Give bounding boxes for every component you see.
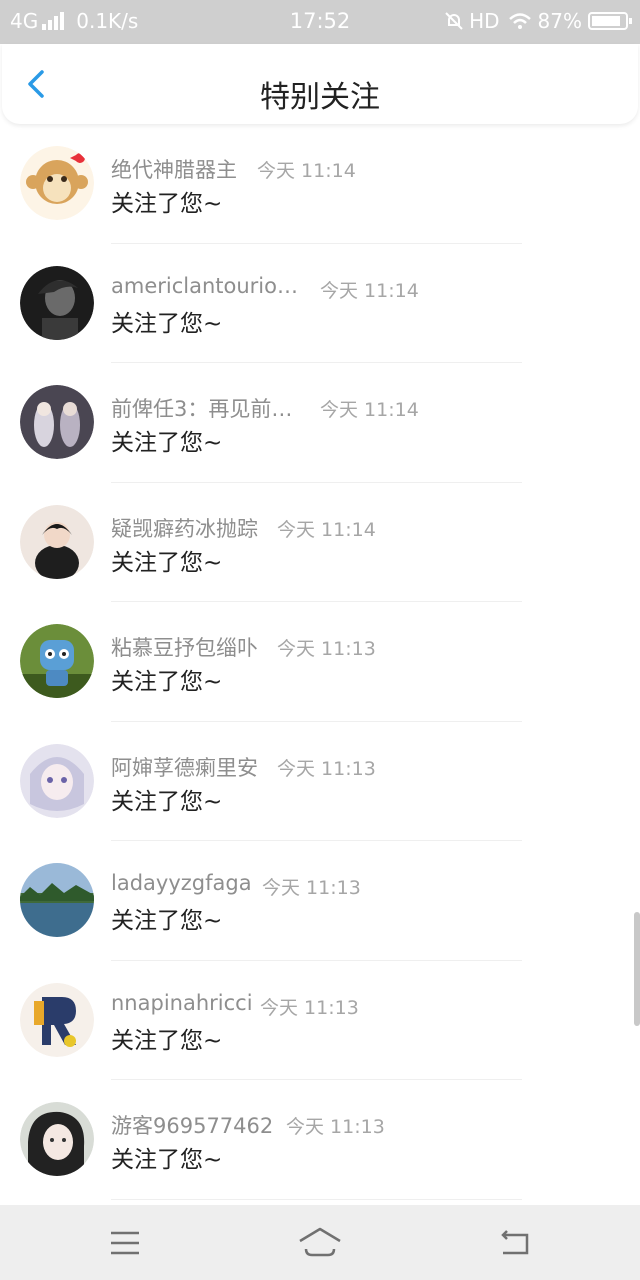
page-title: 特别关注 [260,80,380,115]
message-text: 关注了您~ [111,788,223,815]
message-text: 关注了您~ [111,908,223,934]
message-text: 关注了您~ [111,430,223,456]
mute-bell-icon [445,12,463,30]
avatar[interactable] [20,863,94,937]
message-text: 关注了您~ [111,310,223,337]
message-text: 关注了您~ [111,1027,223,1054]
back-icon[interactable] [493,1223,537,1263]
message-text: 关注了您~ [111,549,223,576]
message-text: 关注了您~ [111,669,223,695]
user-name: 阿婶莩德瘌里安 [111,755,258,780]
list-item[interactable]: 阿婶莩德瘌里安 今天 11:13 关注了您~ [0,722,640,841]
list-item[interactable]: 前俾任3：再见前… 今天 11:14 关注了您~ [0,363,640,483]
system-nav-bar [0,1205,640,1280]
list-item[interactable]: 粘慕豆抒包缁卟 今天 11:13 关注了您~ [0,602,640,722]
list-item[interactable]: americlantourios… 今天 11:14 关注了您~ [0,244,640,363]
battery-icon [588,12,632,30]
battery-percent: 87% [537,9,582,33]
wifi-icon [508,13,531,29]
timestamp: 今天 11:13 [277,757,376,780]
timestamp: 今天 11:13 [286,1116,385,1138]
user-name: americlantourios… [111,273,301,298]
list-item[interactable]: 绝代神腊器主 今天 11:14 关注了您~ [0,124,640,244]
avatar[interactable] [20,265,94,340]
message-text: 关注了您~ [111,1147,223,1173]
home-icon[interactable] [298,1223,342,1263]
status-bar: 4G 0.1K/s 17:52 HD 87% [0,0,640,44]
user-name: 粘慕豆抒包缁卟 [111,636,258,660]
list-item[interactable]: 疑觊癖药冰抛踪 今天 11:14 关注了您~ [0,483,640,602]
header: 特别关注 [2,44,638,124]
divider [111,1198,522,1200]
timestamp: 今天 11:14 [320,399,419,421]
user-name: nnapinahricci [111,990,253,1015]
user-name: 疑觊癖药冰抛踪 [111,516,258,541]
avatar[interactable] [20,982,94,1057]
follow-list: 绝代神腊器主 今天 11:14 关注了您~ americlantourios… … [0,124,640,1200]
message-text: 关注了您~ [111,191,223,217]
user-name: 游客969577462 [111,1114,274,1138]
hd-label: HD [469,9,500,33]
list-item[interactable]: ladayyzgfaga 今天 11:13 关注了您~ [0,841,640,961]
avatar[interactable] [20,146,94,220]
timestamp: 今天 11:13 [260,996,359,1019]
user-name: 绝代神腊器主 [111,158,237,182]
timestamp: 今天 11:14 [277,518,376,541]
user-name: ladayyzgfaga [111,871,252,895]
avatar[interactable] [20,1102,94,1176]
list-item[interactable]: nnapinahricci 今天 11:13 关注了您~ [0,961,640,1080]
scrollbar[interactable] [634,912,640,1026]
menu-icon[interactable] [103,1223,147,1263]
avatar[interactable] [20,743,94,818]
timestamp: 今天 11:13 [277,638,376,660]
status-right: HD 87% [443,9,632,33]
avatar[interactable] [20,504,94,579]
avatar[interactable] [20,624,94,698]
timestamp: 今天 11:13 [262,877,361,899]
list-item[interactable]: 游客969577462 今天 11:13 关注了您~ [0,1080,640,1200]
timestamp: 今天 11:14 [257,160,356,182]
timestamp: 今天 11:14 [320,279,419,302]
user-name: 前俾任3：再见前… [111,397,293,421]
avatar[interactable] [20,385,94,459]
